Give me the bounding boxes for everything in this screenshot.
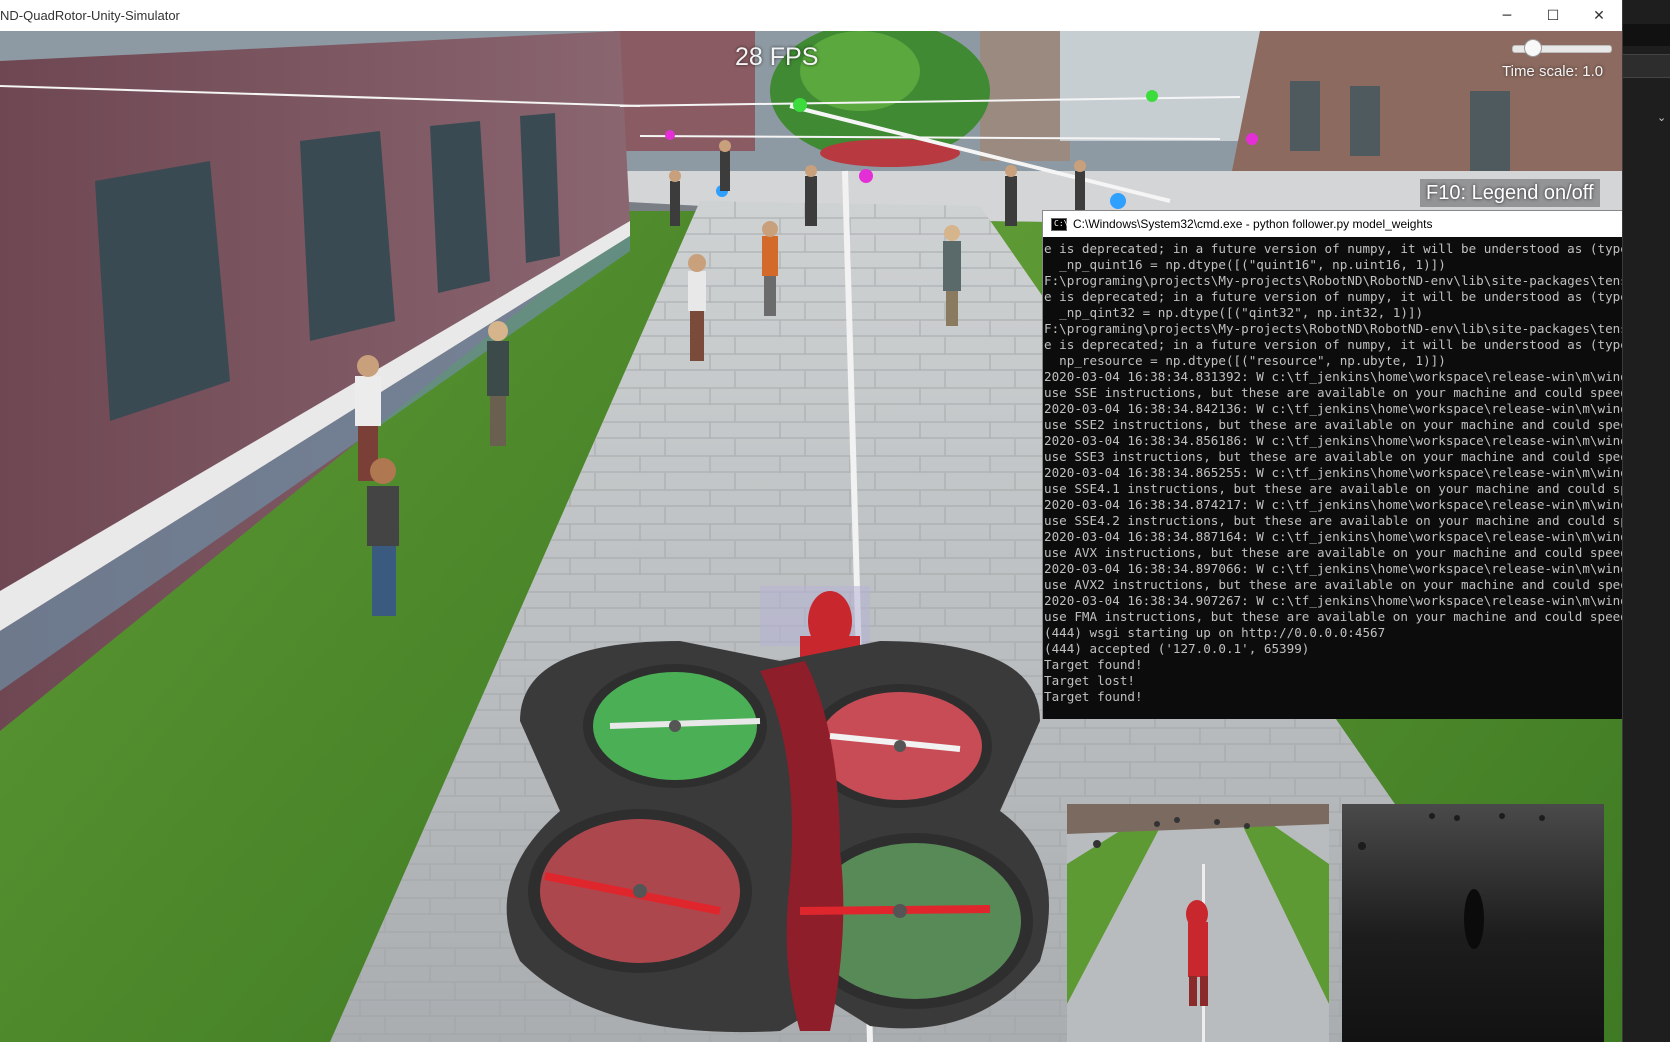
background-app-toolbar [1623, 24, 1670, 46]
console-line: 2020-03-04 16:38:34.865255: W c:\tf_jenk… [1044, 465, 1651, 480]
console-line: use SSE2 instructions, but these are ava… [1044, 417, 1659, 432]
console-line: use FMA instructions, but these are avai… [1044, 609, 1651, 624]
waypoint-green [1146, 90, 1158, 102]
console-output[interactable]: e is deprecated; in a future version of … [1043, 237, 1670, 719]
console-line: np_resource = np.dtype([("resource", np.… [1044, 353, 1446, 368]
window [1290, 81, 1320, 151]
rgb-camera-view [1067, 804, 1329, 1042]
console-line: _np_quint16 = np.dtype([("quint16", np.u… [1044, 257, 1446, 272]
window [1350, 86, 1380, 156]
window-title: ND-QuadRotor-Unity-Simulator [0, 8, 180, 23]
time-scale-label: Time scale: 1.0 [1502, 63, 1604, 80]
background-application: ⌄ [1622, 0, 1670, 1042]
console-line: e is deprecated; in a future version of … [1044, 241, 1670, 256]
console-line: 2020-03-04 16:38:34.831392: W c:\tf_jenk… [1044, 369, 1651, 384]
console-titlebar[interactable]: C:\ C:\Windows\System32\cmd.exe - python… [1043, 211, 1670, 237]
spawn-marker [1110, 193, 1126, 209]
console-line: (444) accepted ('127.0.0.1', 65399) [1044, 641, 1310, 656]
window [95, 161, 230, 421]
window [1470, 91, 1510, 171]
console-line: use AVX2 instructions, but these are ava… [1044, 577, 1659, 592]
console-line: 2020-03-04 16:38:34.842136: W c:\tf_jenk… [1044, 401, 1651, 416]
window [520, 113, 560, 263]
simulator-titlebar[interactable]: ND-QuadRotor-Unity-Simulator ─ ☐ ✕ [0, 0, 1622, 31]
background-app-dropdown[interactable]: ⌄ [1623, 54, 1670, 124]
maximize-button[interactable]: ☐ [1530, 0, 1576, 31]
far-building [615, 31, 755, 151]
close-button[interactable]: ✕ [1576, 0, 1622, 31]
quadrotor-drone [506, 641, 1050, 1033]
chevron-down-icon: ⌄ [1657, 112, 1667, 124]
console-line: 2020-03-04 16:38:34.907267: W c:\tf_jenk… [1044, 593, 1651, 608]
console-line: e is deprecated; in a future version of … [1044, 289, 1670, 304]
console-line: Target found! [1044, 657, 1143, 672]
console-line: e is deprecated; in a future version of … [1044, 337, 1670, 352]
console-line: Target lost! [1044, 673, 1135, 688]
waypoint-magenta [665, 130, 675, 140]
console-line: use SSE4.2 instructions, but these are a… [1044, 513, 1651, 528]
terminal-icon: C:\ [1051, 218, 1068, 231]
console-title: C:\Windows\System32\cmd.exe - python fol… [1073, 217, 1433, 231]
far-building [980, 31, 1070, 161]
rgb-camera-inset [1067, 804, 1329, 1042]
console-line: (444) wsgi starting up on http://0.0.0.0… [1044, 625, 1386, 640]
console-line: F:\programing\projects\My-projects\Robot… [1044, 321, 1670, 336]
window [300, 131, 395, 341]
console-line: use SSE3 instructions, but these are ava… [1044, 449, 1659, 464]
time-scale-slider-handle[interactable] [1524, 39, 1542, 57]
fps-counter: 28 FPS [735, 43, 819, 71]
console-line: Target found! [1044, 689, 1143, 704]
window [430, 121, 490, 293]
console-line: use SSE instructions, but these are avai… [1044, 385, 1651, 400]
far-building [1060, 31, 1260, 141]
console-line: 2020-03-04 16:38:34.856186: W c:\tf_jenk… [1044, 433, 1651, 448]
console-line: use SSE4.1 instructions, but these are a… [1044, 481, 1651, 496]
depth-camera-inset [1342, 804, 1604, 1042]
console-line: F:\programing\projects\My-projects\Robot… [1044, 273, 1670, 288]
minimize-button[interactable]: ─ [1484, 0, 1530, 31]
waypoint-green [793, 98, 807, 112]
waypoint-magenta [1246, 133, 1258, 145]
console-window[interactable]: C:\ C:\Windows\System32\cmd.exe - python… [1042, 210, 1670, 719]
console-line: 2020-03-04 16:38:34.887164: W c:\tf_jenk… [1044, 529, 1651, 544]
console-line: 2020-03-04 16:38:34.874217: W c:\tf_jenk… [1044, 497, 1651, 512]
legend-toggle-hint: F10: Legend on/off [1420, 179, 1600, 207]
console-line: _np_qint32 = np.dtype([("qint32", np.int… [1044, 305, 1424, 320]
console-line: 2020-03-04 16:38:34.897066: W c:\tf_jenk… [1044, 561, 1651, 576]
depth-camera-view [1358, 813, 1545, 949]
waypoint-magenta [859, 169, 873, 183]
console-line: use AVX instructions, but these are avai… [1044, 545, 1651, 560]
